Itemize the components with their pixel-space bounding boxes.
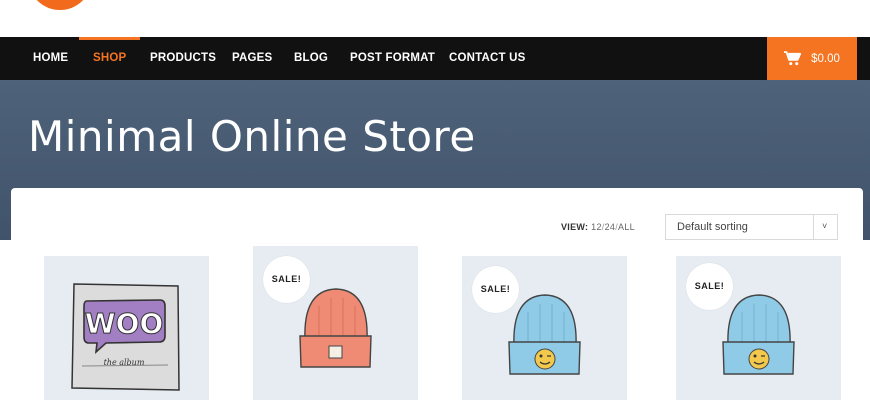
product-card-woo-album[interactable]: WOO the album	[44, 256, 209, 400]
woo-album-image: WOO the album	[71, 283, 180, 391]
nav-home[interactable]: HOME	[33, 37, 68, 80]
nav-shop[interactable]: SHOP	[78, 37, 141, 80]
page: HOME SHOP PRODUCTS PAGES BLOG POST FORMA…	[0, 0, 870, 400]
sort-select[interactable]: Default sorting ˅	[665, 214, 838, 240]
logo[interactable]	[28, 0, 92, 10]
view-per-page: VIEW: 12/24/ALL	[561, 222, 635, 232]
sort-divider	[813, 215, 814, 239]
sale-badge: SALE!	[472, 266, 519, 313]
sale-badge: SALE!	[263, 256, 310, 303]
nav-post-format[interactable]: POST FORMAT	[350, 37, 435, 80]
nav-contact-us[interactable]: CONTACT US	[449, 37, 526, 80]
woo-logo-text: WOO	[85, 307, 164, 340]
view-12-link[interactable]: 12	[591, 222, 602, 232]
top-header	[0, 0, 870, 37]
cart-icon	[784, 51, 802, 66]
page-title: Minimal Online Store	[28, 112, 476, 161]
nav-blog[interactable]: BLOG	[294, 37, 328, 80]
main-nav: HOME SHOP PRODUCTS PAGES BLOG POST FORMA…	[0, 37, 870, 80]
nav-products[interactable]: PRODUCTS	[150, 37, 216, 80]
chevron-down-icon: ˅	[822, 221, 828, 231]
view-all-link[interactable]: ALL	[618, 222, 635, 232]
view-label: VIEW:	[561, 222, 589, 232]
cart-button[interactable]: $0.00	[767, 37, 857, 80]
album-text: the album	[104, 358, 145, 367]
view-24-link[interactable]: 24	[605, 222, 616, 232]
sort-selected-value: Default sorting	[677, 221, 748, 233]
nav-pages[interactable]: PAGES	[232, 37, 272, 80]
cart-total: $0.00	[811, 52, 840, 65]
sale-badge: SALE!	[686, 263, 733, 310]
